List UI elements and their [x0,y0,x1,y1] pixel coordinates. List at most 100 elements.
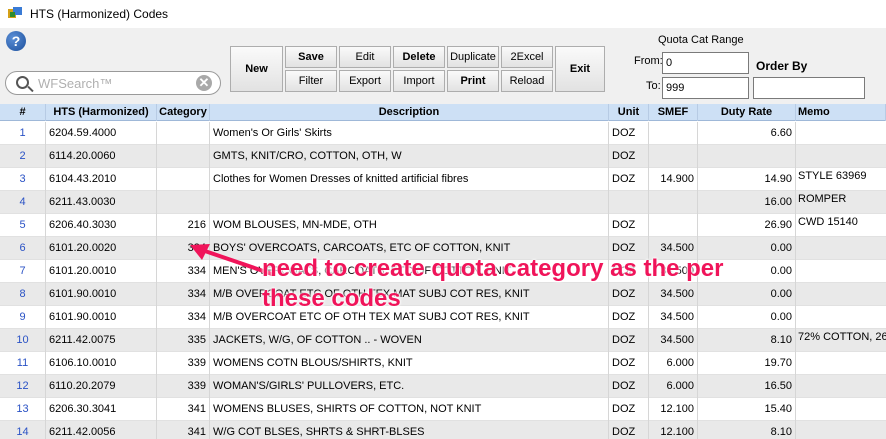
reload-button[interactable]: Reload [501,70,553,92]
unit-cell[interactable]: DOZ [609,145,649,168]
description-cell[interactable]: GMTS, KNIT/CRO, COTTON, OTH, W [210,145,609,168]
category-cell[interactable]: 339 [157,352,210,375]
column-header-number[interactable]: # [0,104,46,121]
unit-cell[interactable]: DOZ [609,306,649,329]
table-row[interactable]: 5 6206.40.3030 216 WOM BLOUSES, MN-MDE, OTH… [0,214,886,237]
duty-rate-cell[interactable]: 8.10 [698,421,796,439]
memo-cell[interactable]: 72% COTTON, 26% [796,331,886,344]
category-cell[interactable]: 334 [157,306,210,329]
row-number-cell[interactable]: 12 [0,375,46,398]
category-cell[interactable]: 341 [157,421,210,439]
description-cell[interactable]: Women's Or Girls' Skirts [210,122,609,145]
duty-rate-cell[interactable]: 16.00 [698,191,796,214]
hts-code-cell[interactable]: 6211.42.0075 [46,329,157,352]
unit-cell[interactable] [609,191,649,214]
export-button[interactable]: Export [339,70,391,92]
filter-button[interactable]: Filter [285,70,337,92]
smef-cell[interactable]: 6.000 [649,375,698,398]
row-number-cell[interactable]: 10 [0,329,46,352]
table-row[interactable]: 12 6110.20.2079 339 WOMAN'S/GIRLS' PULLOVER… [0,375,886,398]
table-row[interactable]: 11 6106.10.0010 339 WOMENS COTN BLOUS/SHIRT… [0,352,886,375]
exit-button[interactable]: Exit [555,46,605,92]
column-header-smef[interactable]: SMEF [649,104,698,121]
row-number-cell[interactable]: 5 [0,214,46,237]
table-row[interactable]: 14 6211.42.0056 341 W/G COT BLSES, SHRTS & … [0,421,886,439]
smef-cell[interactable]: 14.900 [649,168,698,191]
description-cell[interactable]: WOMENS BLUSES, SHIRTS OF COTTON, NOT KNI… [210,398,609,421]
row-number-cell[interactable]: 9 [0,306,46,329]
smef-cell[interactable] [649,145,698,168]
hts-code-cell[interactable]: 6206.40.3030 [46,214,157,237]
description-cell[interactable]: WOMAN'S/GIRLS' PULLOVERS, ETC. [210,375,609,398]
unit-cell[interactable]: DOZ [609,283,649,306]
table-row[interactable]: 8 6101.90.0010 334 M/B OVERCOAT ETC OF OTH … [0,283,886,306]
duty-rate-cell[interactable]: 15.40 [698,398,796,421]
column-header-unit[interactable]: Unit [609,104,649,121]
category-cell[interactable] [157,191,210,214]
memo-cell[interactable]: ROMPER [796,193,846,206]
help-icon[interactable]: ? [6,31,26,51]
column-header-memo[interactable]: Memo [796,104,886,121]
hts-code-cell[interactable]: 6101.20.0010 [46,260,157,283]
edit-button[interactable]: Edit [339,46,391,68]
clear-search-icon[interactable]: ✕ [196,75,212,91]
row-number-cell[interactable]: 1 [0,122,46,145]
unit-cell[interactable]: DOZ [609,375,649,398]
category-cell[interactable] [157,122,210,145]
unit-cell[interactable]: DOZ [609,214,649,237]
column-header-description[interactable]: Description [210,104,609,121]
memo-cell[interactable]: CWD 15140 [796,216,858,229]
hts-code-cell[interactable]: 6206.30.3041 [46,398,157,421]
row-number-cell[interactable]: 2 [0,145,46,168]
table-row[interactable]: 1 6204.59.4000 Women's Or Girls' Skirts DOZ… [0,122,886,145]
quota-from-field[interactable] [662,52,749,74]
hts-code-cell[interactable]: 6106.10.0010 [46,352,157,375]
smef-cell[interactable]: 12.100 [649,421,698,439]
duty-rate-cell[interactable]: 6.60 [698,122,796,145]
description-cell[interactable]: Clothes for Women Dresses of knitted art… [210,168,609,191]
unit-cell[interactable]: DOZ [609,398,649,421]
hts-code-cell[interactable]: 6110.20.2079 [46,375,157,398]
print-button[interactable]: Print [447,70,499,92]
description-cell[interactable]: JACKETS, W/G, OF COTTON .. - WOVEN [210,329,609,352]
description-cell[interactable]: W/G COT BLSES, SHRTS & SHRT-BLSES [210,421,609,439]
smef-cell[interactable] [649,122,698,145]
memo-cell[interactable]: STYLE 63969 [796,170,867,183]
search-input[interactable] [36,75,186,91]
duty-rate-cell[interactable]: 14.90 [698,168,796,191]
hts-code-cell[interactable]: 6204.59.4000 [46,122,157,145]
hts-code-cell[interactable]: 6114.20.0060 [46,145,157,168]
row-number-cell[interactable]: 6 [0,237,46,260]
row-number-cell[interactable]: 11 [0,352,46,375]
description-cell[interactable]: WOM BLOUSES, MN-MDE, OTH [210,214,609,237]
row-number-cell[interactable]: 13 [0,398,46,421]
smef-cell[interactable]: 34.500 [649,306,698,329]
duty-rate-cell[interactable]: 16.50 [698,375,796,398]
save-button[interactable]: Save [285,46,337,68]
hts-code-cell[interactable]: 6211.42.0056 [46,421,157,439]
table-row[interactable]: 9 6101.90.0010 334 M/B OVERCOAT ETC OF OTH … [0,306,886,329]
duty-rate-cell[interactable] [698,145,796,168]
unit-cell[interactable]: DOZ [609,421,649,439]
row-number-cell[interactable]: 8 [0,283,46,306]
description-cell[interactable]: WOMENS COTN BLOUS/SHIRTS, KNIT [210,352,609,375]
smef-cell[interactable]: 6.000 [649,352,698,375]
import-button[interactable]: Import [393,70,445,92]
duty-rate-cell[interactable]: 0.00 [698,306,796,329]
column-header-category[interactable]: Category [157,104,210,121]
unit-cell[interactable]: DOZ [609,352,649,375]
row-number-cell[interactable]: 7 [0,260,46,283]
hts-code-cell[interactable]: 6101.90.0010 [46,306,157,329]
hts-code-cell[interactable]: 6101.90.0010 [46,283,157,306]
column-header-hts[interactable]: HTS (Harmonized) [46,104,157,121]
smef-cell[interactable] [649,214,698,237]
smef-cell[interactable]: 34.500 [649,283,698,306]
table-row[interactable]: 2 6114.20.0060 GMTS, KNIT/CRO, COTTON, OTH… [0,145,886,168]
category-cell[interactable]: 341 [157,398,210,421]
table-row[interactable]: 13 6206.30.3041 341 WOMENS BLUSES, SHIRTS O… [0,398,886,421]
category-cell[interactable]: 334 [157,283,210,306]
duty-rate-cell[interactable]: 8.10 [698,329,796,352]
export-excel-button[interactable]: 2Excel [501,46,553,68]
new-button[interactable]: New [230,46,283,92]
delete-button[interactable]: Delete [393,46,445,68]
